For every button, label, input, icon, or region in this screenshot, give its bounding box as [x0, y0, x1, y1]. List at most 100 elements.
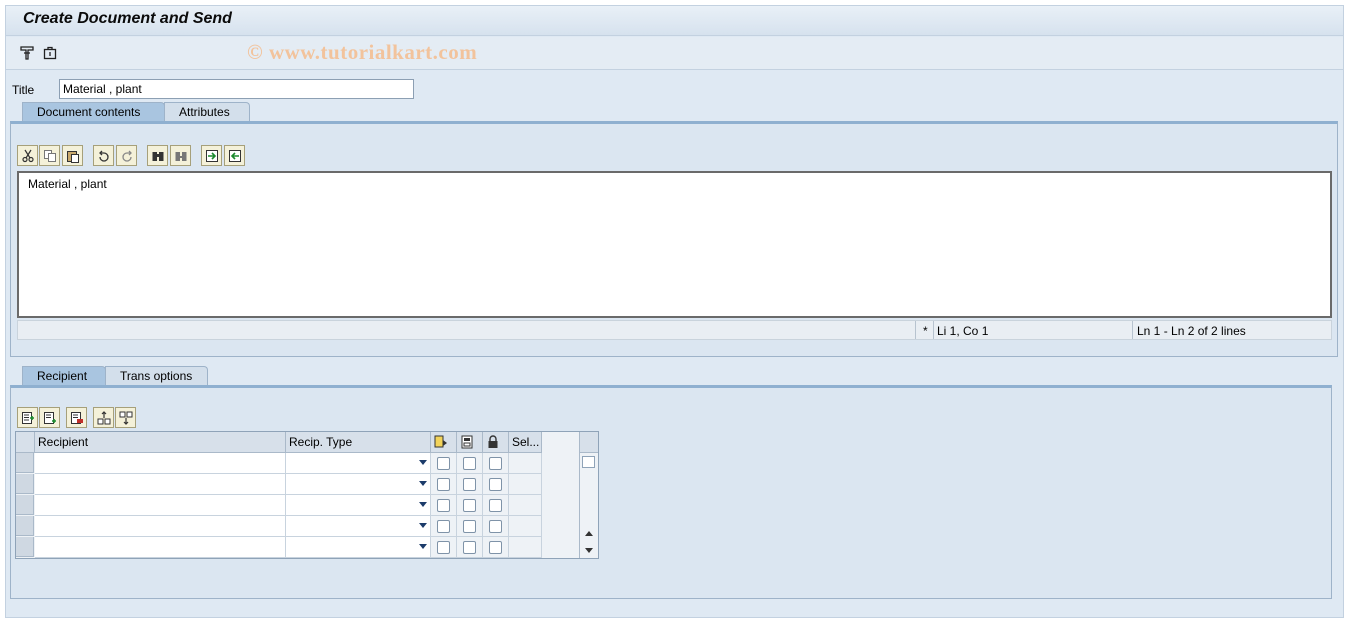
copy-checkbox[interactable] [463, 541, 476, 554]
column-header-copy[interactable] [457, 432, 483, 453]
select-all-header[interactable] [16, 432, 35, 453]
tab-attributes-label: Attributes [179, 105, 230, 119]
recip-type-cell[interactable] [286, 474, 431, 495]
express-checkbox[interactable] [437, 520, 450, 533]
title-label: Title [12, 83, 35, 97]
copy-cell [457, 537, 483, 558]
sort-desc-icon[interactable] [115, 407, 136, 428]
paste-icon[interactable] [62, 145, 83, 166]
scroll-down-arrow[interactable] [585, 548, 593, 553]
recipient-cell[interactable] [35, 474, 286, 495]
status-separator [933, 321, 934, 339]
scrollbar-header-corner [580, 432, 598, 453]
copy-checkbox[interactable] [463, 478, 476, 491]
recip-type-cell[interactable] [286, 516, 431, 537]
column-header-recip-type[interactable]: Recip. Type [286, 432, 431, 453]
recipient-cell[interactable] [35, 453, 286, 474]
copy-cell [457, 474, 483, 495]
sel-cell [509, 453, 542, 474]
dropdown-arrow-icon[interactable] [419, 544, 427, 549]
blind-checkbox[interactable] [489, 520, 502, 533]
editor-status-bar: * Li 1, Co 1 Ln 1 - Ln 2 of 2 lines [17, 320, 1332, 340]
lock-icon [488, 435, 498, 448]
row-selector[interactable] [16, 516, 34, 536]
express-checkbox[interactable] [437, 478, 450, 491]
express-checkbox[interactable] [437, 457, 450, 470]
dropdown-arrow-icon[interactable] [419, 523, 427, 528]
recip-type-cell[interactable] [286, 453, 431, 474]
table-vertical-scrollbar[interactable] [579, 432, 598, 558]
express-cell [431, 453, 457, 474]
status-line-count: Ln 1 - Ln 2 of 2 lines [1137, 324, 1246, 338]
display-change-icon[interactable] [18, 44, 36, 62]
express-cell [431, 537, 457, 558]
append-row-icon[interactable] [39, 407, 60, 428]
find-next-icon[interactable] [170, 145, 191, 166]
blind-checkbox[interactable] [489, 541, 502, 554]
redo-icon[interactable] [116, 145, 137, 166]
blind-cell [483, 516, 509, 537]
cut-icon[interactable] [17, 145, 38, 166]
title-bar: Create Document and Send [6, 6, 1343, 36]
sel-cell [509, 495, 542, 516]
recip-type-cell[interactable] [286, 537, 431, 558]
dropdown-arrow-icon[interactable] [419, 481, 427, 486]
tab-trans-options[interactable]: Trans options [105, 366, 208, 386]
row-selector[interactable] [16, 495, 34, 515]
main-window: Create Document and Send © www.tutorialk… [5, 5, 1344, 618]
status-modified-marker: * [923, 324, 928, 338]
express-checkbox[interactable] [437, 541, 450, 554]
editor-text: Material , plant [28, 177, 107, 191]
copy-cell [457, 516, 483, 537]
express-cell [431, 516, 457, 537]
find-icon[interactable] [147, 145, 168, 166]
blind-cell [483, 537, 509, 558]
watermark-text: © www.tutorialkart.com [247, 40, 478, 64]
blind-checkbox[interactable] [489, 457, 502, 470]
column-header-sel[interactable]: Sel... [509, 432, 542, 453]
dropdown-arrow-icon[interactable] [419, 502, 427, 507]
tab-trans-options-label: Trans options [120, 369, 193, 383]
row-selector[interactable] [16, 474, 34, 494]
express-cell [431, 495, 457, 516]
recipient-cell[interactable] [35, 537, 286, 558]
blind-checkbox[interactable] [489, 499, 502, 512]
export-icon[interactable] [224, 145, 245, 166]
tab-attributes[interactable]: Attributes [164, 102, 250, 122]
tab-document-contents[interactable]: Document contents [22, 102, 165, 122]
recipient-table: Recipient Recip. Type Sel... [15, 431, 599, 559]
insert-row-icon[interactable] [17, 407, 38, 428]
tab-recipient[interactable]: Recipient [22, 366, 106, 386]
document-tabstrip: Document contents Attributes [22, 102, 622, 122]
window-title: Create Document and Send [23, 10, 232, 27]
scrollbar-thumb[interactable] [582, 456, 595, 468]
column-header-recipient[interactable]: Recipient [35, 432, 286, 453]
status-separator [915, 321, 916, 339]
copy-checkbox[interactable] [463, 457, 476, 470]
copy-cell [457, 495, 483, 516]
document-text-editor[interactable]: Material , plant [17, 171, 1332, 318]
import-icon[interactable] [201, 145, 222, 166]
row-selector[interactable] [16, 537, 34, 557]
attachment-icon[interactable] [41, 44, 59, 62]
copy-checkbox[interactable] [463, 520, 476, 533]
sort-asc-icon[interactable] [93, 407, 114, 428]
recip-type-cell[interactable] [286, 495, 431, 516]
express-checkbox[interactable] [437, 499, 450, 512]
application-toolbar: © www.tutorialkart.com [6, 37, 1343, 70]
dropdown-arrow-icon[interactable] [419, 460, 427, 465]
recipient-cell[interactable] [35, 516, 286, 537]
copy-icon[interactable] [39, 145, 60, 166]
sel-cell [509, 537, 542, 558]
tab-document-contents-label: Document contents [37, 105, 141, 119]
scroll-up-arrow[interactable] [585, 531, 593, 536]
delete-row-icon[interactable] [66, 407, 87, 428]
copy-checkbox[interactable] [463, 499, 476, 512]
blind-checkbox[interactable] [489, 478, 502, 491]
title-input[interactable] [59, 79, 414, 99]
column-header-express[interactable] [431, 432, 457, 453]
row-selector[interactable] [16, 453, 34, 473]
recipient-cell[interactable] [35, 495, 286, 516]
undo-icon[interactable] [93, 145, 114, 166]
column-header-blind-copy[interactable] [483, 432, 509, 453]
